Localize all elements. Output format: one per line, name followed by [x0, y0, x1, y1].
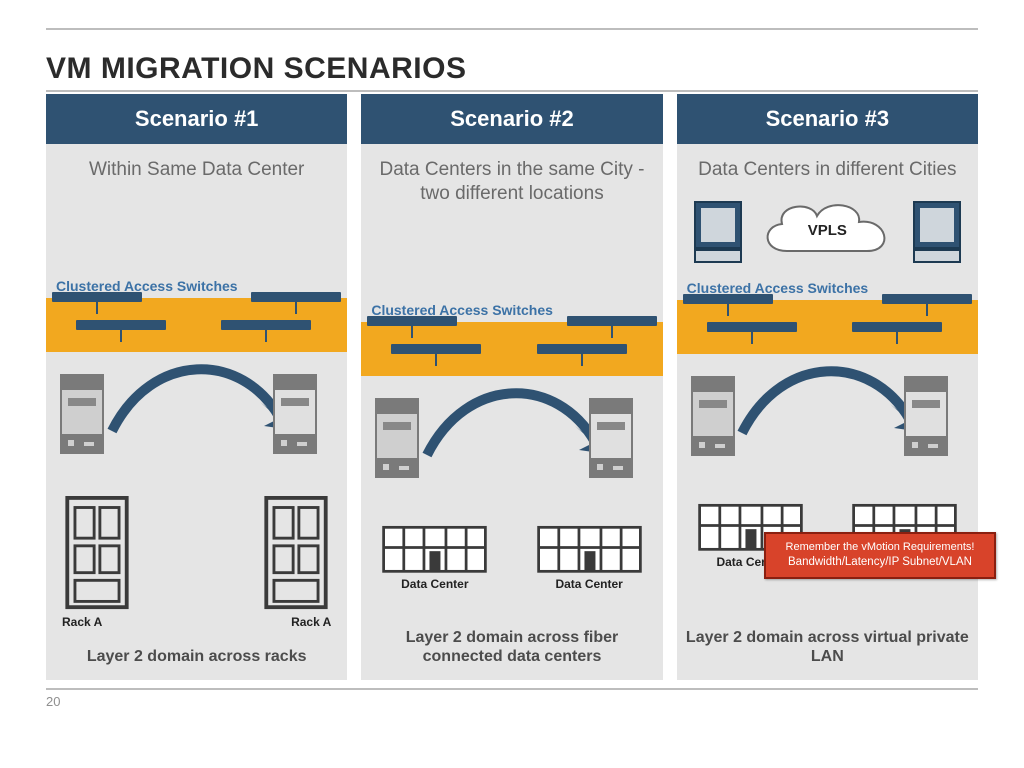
server-icon: [273, 374, 317, 454]
switch-icon: [683, 294, 773, 304]
switch-band-3: [677, 300, 978, 354]
callout-line-1: Remember the vMotion Requirements!: [772, 540, 988, 555]
requirements-callout: Remember the vMotion Requirements! Bandw…: [764, 532, 996, 578]
scenario-sub-3: Data Centers in different Cities: [677, 144, 978, 188]
arrow-icon: [722, 348, 932, 448]
migration-arc-2: [361, 376, 662, 516]
scenario-card-2: Scenario #2 Data Centers in the same Cit…: [361, 94, 662, 680]
router-icon: [693, 200, 743, 264]
scenario-footer-1: Layer 2 domain across racks: [46, 637, 347, 680]
dc-label-left: Data Center: [377, 577, 492, 591]
rack-icon: Rack A: [62, 496, 132, 629]
datacenter-icon: Data Center: [532, 520, 647, 591]
page-number: 20: [46, 688, 978, 709]
vpls-area: VPLS: [677, 190, 978, 278]
server-icon: [375, 398, 419, 478]
switch-icon: [221, 320, 311, 330]
rack-icon: Rack A: [261, 496, 331, 629]
page-title: VM MIGRATION SCENARIOS: [46, 52, 978, 86]
switch-icon: [882, 294, 972, 304]
switch-icon: [852, 322, 942, 332]
callout-line-2: Bandwidth/Latency/IP Subnet/VLAN: [772, 555, 988, 571]
scenario-card-1: Scenario #1 Within Same Data Center Clus…: [46, 94, 347, 680]
scenario-sub-1: Within Same Data Center: [46, 144, 347, 188]
vpls-label: VPLS: [808, 222, 847, 239]
switch-icon: [367, 316, 457, 326]
migration-arc-3: [677, 354, 978, 494]
title-divider: [46, 90, 978, 92]
switch-band-2: [361, 322, 662, 376]
switch-icon: [707, 322, 797, 332]
switch-band-1: [46, 298, 347, 352]
switch-icon: [391, 344, 481, 354]
switch-icon: [537, 344, 627, 354]
server-icon: [60, 374, 104, 454]
server-icon: [904, 376, 948, 456]
arrow-icon: [407, 370, 617, 470]
scenario-card-3: Scenario #3 Data Centers in different Ci…: [677, 94, 978, 680]
switch-icon: [251, 292, 341, 302]
scenario-footer-2: Layer 2 domain across fiber connected da…: [361, 618, 662, 680]
switch-icon: [567, 316, 657, 326]
scenario-head-2: Scenario #2: [361, 94, 662, 144]
scenario-footer-3: Layer 2 domain across virtual private LA…: [677, 618, 978, 680]
dc-row: Data Center Data Center: [371, 520, 652, 591]
scenario-head-1: Scenario #1: [46, 94, 347, 144]
switch-icon: [52, 292, 142, 302]
switch-icon: [76, 320, 166, 330]
scenario-head-3: Scenario #3: [677, 94, 978, 144]
top-divider: [46, 28, 978, 30]
rack-row: Rack A Rack A: [56, 496, 337, 629]
router-icon: [912, 200, 962, 264]
server-icon: [691, 376, 735, 456]
scenario-columns: Scenario #1 Within Same Data Center Clus…: [46, 94, 978, 680]
dc-label-right: Data Center: [532, 577, 647, 591]
rack-label-left: Rack A: [62, 615, 132, 629]
datacenter-icon: Data Center: [377, 520, 492, 591]
arrow-icon: [92, 346, 302, 446]
scenario-sub-2: Data Centers in the same City - two diff…: [361, 144, 662, 212]
rack-label-right: Rack A: [261, 615, 331, 629]
migration-arc-1: [46, 352, 347, 492]
server-icon: [589, 398, 633, 478]
